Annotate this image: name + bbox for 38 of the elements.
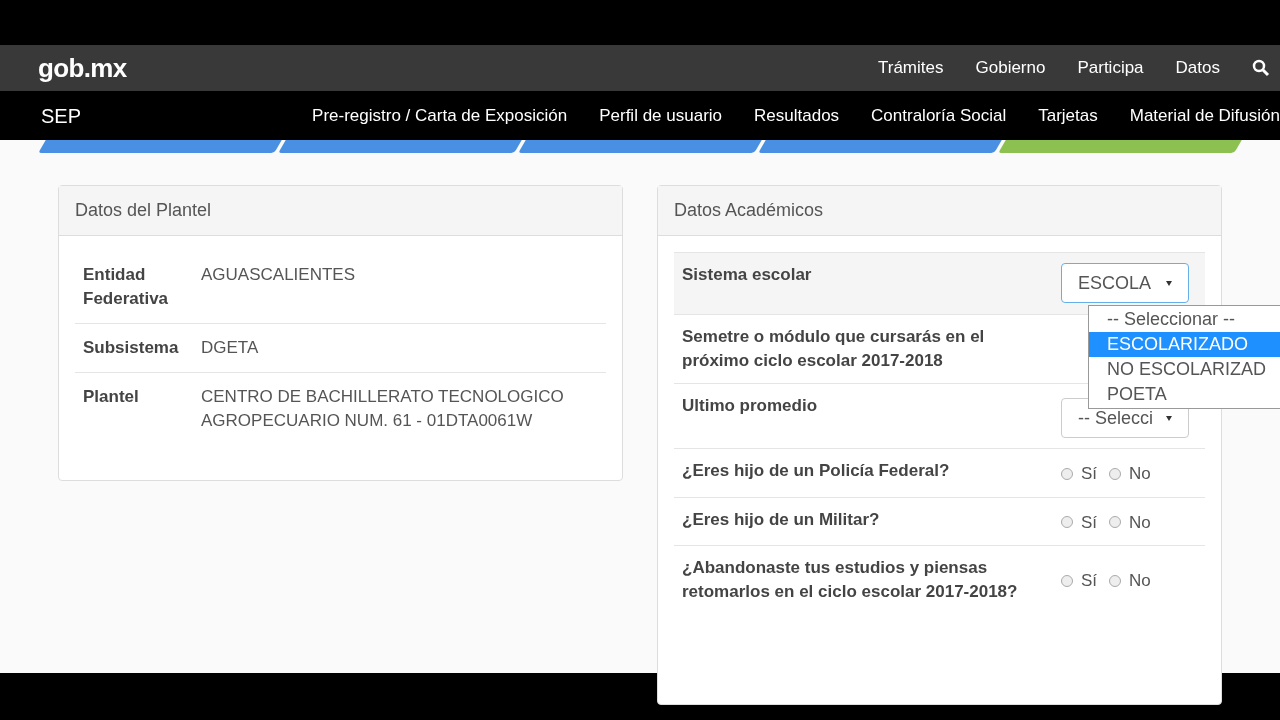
nav-link[interactable]: Contraloría Social — [871, 102, 1007, 129]
field-label: Ultimo promedio — [682, 395, 819, 417]
panel-title: Datos del Plantel — [75, 199, 212, 222]
radio-option[interactable]: Sí — [1061, 461, 1098, 487]
caret-icon — [1166, 280, 1172, 286]
field-value: CENTRO DE BACHILLERATO TECNOLOGICO AGROPECUARIO NUM. 61 - 01DTA0061W — [201, 386, 565, 432]
dropdown-option[interactable]: NO ESCOLARIZAD — [1089, 357, 1280, 382]
search-icon[interactable] — [1252, 59, 1270, 77]
radio-option[interactable]: No — [1109, 558, 1151, 604]
radio-option[interactable]: Sí — [1061, 558, 1098, 604]
header-link[interactable]: Participa — [1077, 55, 1144, 81]
nav-link[interactable]: Tarjetas — [1038, 102, 1098, 129]
field-label: ¿Abandonaste tus estudios y piensas retomarlos en el ciclo escolar 2017-2018? — [682, 557, 1019, 603]
select-field[interactable]: ESCOLA — [1061, 263, 1189, 303]
dropdown-option[interactable]: -- Seleccionar -- — [1089, 307, 1280, 332]
field-label: Semetre o módulo que cursarás en el próximo ciclo escolar 2017-2018 — [682, 326, 986, 372]
field-label: Plantel — [83, 386, 140, 408]
site-logo[interactable]: gob.mx — [38, 48, 127, 88]
field-value: AGUASCALIENTES — [201, 264, 356, 286]
nav-link[interactable]: Pre-registro / Carta de Exposición — [312, 102, 568, 129]
header-link[interactable]: Trámites — [878, 55, 944, 81]
field-label: ¿Eres hijo de un Policía Federal? — [682, 460, 951, 482]
radio-option[interactable]: No — [1109, 509, 1151, 535]
nav-link[interactable]: Resultados — [754, 102, 840, 129]
radio-option[interactable]: No — [1109, 461, 1151, 487]
nav-link[interactable]: Material de Difusión — [1129, 102, 1280, 129]
header-link[interactable]: Datos — [1175, 55, 1220, 81]
field-value: DGETA — [201, 337, 260, 359]
panel-title: Datos Académicos — [674, 199, 824, 222]
field-label: Sistema escolar — [682, 264, 813, 286]
field-label: ¿Eres hijo de un Militar? — [682, 508, 881, 531]
header-link[interactable]: Gobierno — [975, 55, 1046, 81]
field-label: Entidad Federativa — [83, 264, 170, 310]
section-brand[interactable]: SEP — [41, 100, 82, 131]
field-label: Subsistema — [83, 337, 180, 359]
nav-link[interactable]: Perfil de usuario — [599, 102, 723, 129]
caret-icon — [1166, 415, 1172, 421]
radio-option[interactable]: Sí — [1061, 509, 1098, 535]
